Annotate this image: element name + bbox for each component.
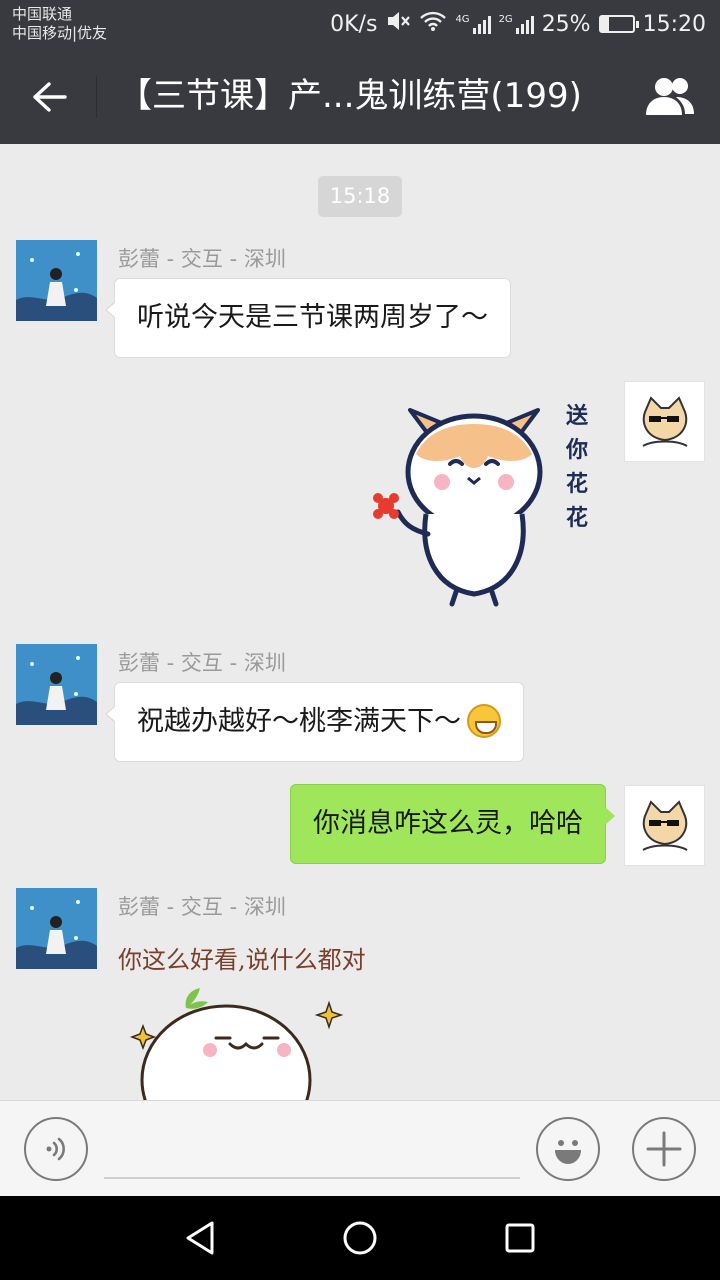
voice-icon [46, 1137, 65, 1161]
wifi-icon [419, 10, 447, 38]
message-text: 你消息咋这么灵，哈哈 [313, 808, 583, 839]
avatar[interactable] [16, 644, 97, 725]
sticker-bun-face[interactable] [126, 984, 346, 1100]
message-input[interactable] [104, 1115, 520, 1179]
nav-home-icon [343, 1221, 377, 1255]
message-bubble-incoming[interactable]: 祝越办越好～桃李满天下～ [105, 682, 524, 762]
nav-back-icon [186, 1221, 214, 1255]
header-divider [96, 76, 97, 118]
page-title: 【三节课】产...鬼训练营(199) [118, 76, 582, 116]
battery-percent: 25% [541, 11, 591, 37]
avatar[interactable] [16, 888, 97, 969]
signal-4g-icon: 4G [455, 14, 491, 34]
status-bar: 中国联通 中国移动|优友 0K/s 4G 2G 25% + 15:20 [0, 0, 720, 48]
sticker-caption: 你这么好看,说什么都对 [118, 946, 366, 974]
nav-home-button[interactable] [338, 1216, 382, 1260]
signal-2g-icon: 2G [499, 14, 534, 34]
group-members-button[interactable] [640, 70, 700, 122]
status-icons: 0K/s 4G 2G 25% + 15:20 [330, 10, 706, 38]
nav-recents-icon [505, 1223, 535, 1253]
message-text: 祝越办越好～桃李满天下～ [137, 706, 461, 737]
sender-name: 彭蕾 - 交互 - 深圳 [118, 895, 286, 919]
sender-name: 彭蕾 - 交互 - 深圳 [118, 247, 286, 271]
timestamp-chip: 15:18 [318, 176, 402, 217]
battery-icon: + [598, 14, 639, 33]
net-speed: 0K/s [330, 11, 378, 37]
group-members-icon [646, 78, 694, 115]
grin-emoji-icon [467, 703, 501, 738]
chat-header: 【三节课】产...鬼训练营(199) [0, 48, 720, 144]
carrier-2: 中国移动|优友 [12, 24, 108, 42]
message-bubble-outgoing[interactable]: 你消息咋这么灵，哈哈 [290, 784, 615, 864]
chat-message-list[interactable]: 15:18 彭蕾 - 交互 - 深圳 听说今天是三节课两周岁了～ 送 你 花 花… [0, 144, 720, 1100]
nav-recents-button[interactable] [498, 1216, 542, 1260]
arrow-left-icon [33, 82, 67, 112]
avatar[interactable] [624, 785, 705, 866]
sender-name: 彭蕾 - 交互 - 深圳 [118, 651, 286, 675]
message-bubble-incoming[interactable]: 听说今天是三节课两周岁了～ [105, 278, 511, 358]
clock: 15:20 [642, 11, 706, 37]
avatar[interactable] [16, 240, 97, 321]
nav-back-button[interactable] [178, 1216, 222, 1260]
back-button[interactable] [24, 72, 74, 122]
input-bar [0, 1100, 720, 1196]
voice-button[interactable] [24, 1117, 88, 1181]
sticker-corgi-flower[interactable]: 送 你 花 花 [370, 394, 600, 609]
more-button[interactable] [632, 1117, 696, 1181]
message-text: 听说今天是三节课两周岁了～ [137, 302, 488, 333]
system-nav-bar [0, 1196, 720, 1280]
mute-icon [385, 9, 411, 39]
sticker-caption: 送 你 花 花 [565, 404, 588, 531]
emoji-button[interactable] [536, 1117, 600, 1181]
carrier-info: 中国联通 中国移动|优友 [12, 5, 107, 43]
avatar[interactable] [624, 381, 705, 462]
carrier-1: 中国联通 [12, 5, 73, 23]
emoji-icon [555, 1140, 581, 1164]
plus-icon [646, 1131, 682, 1167]
